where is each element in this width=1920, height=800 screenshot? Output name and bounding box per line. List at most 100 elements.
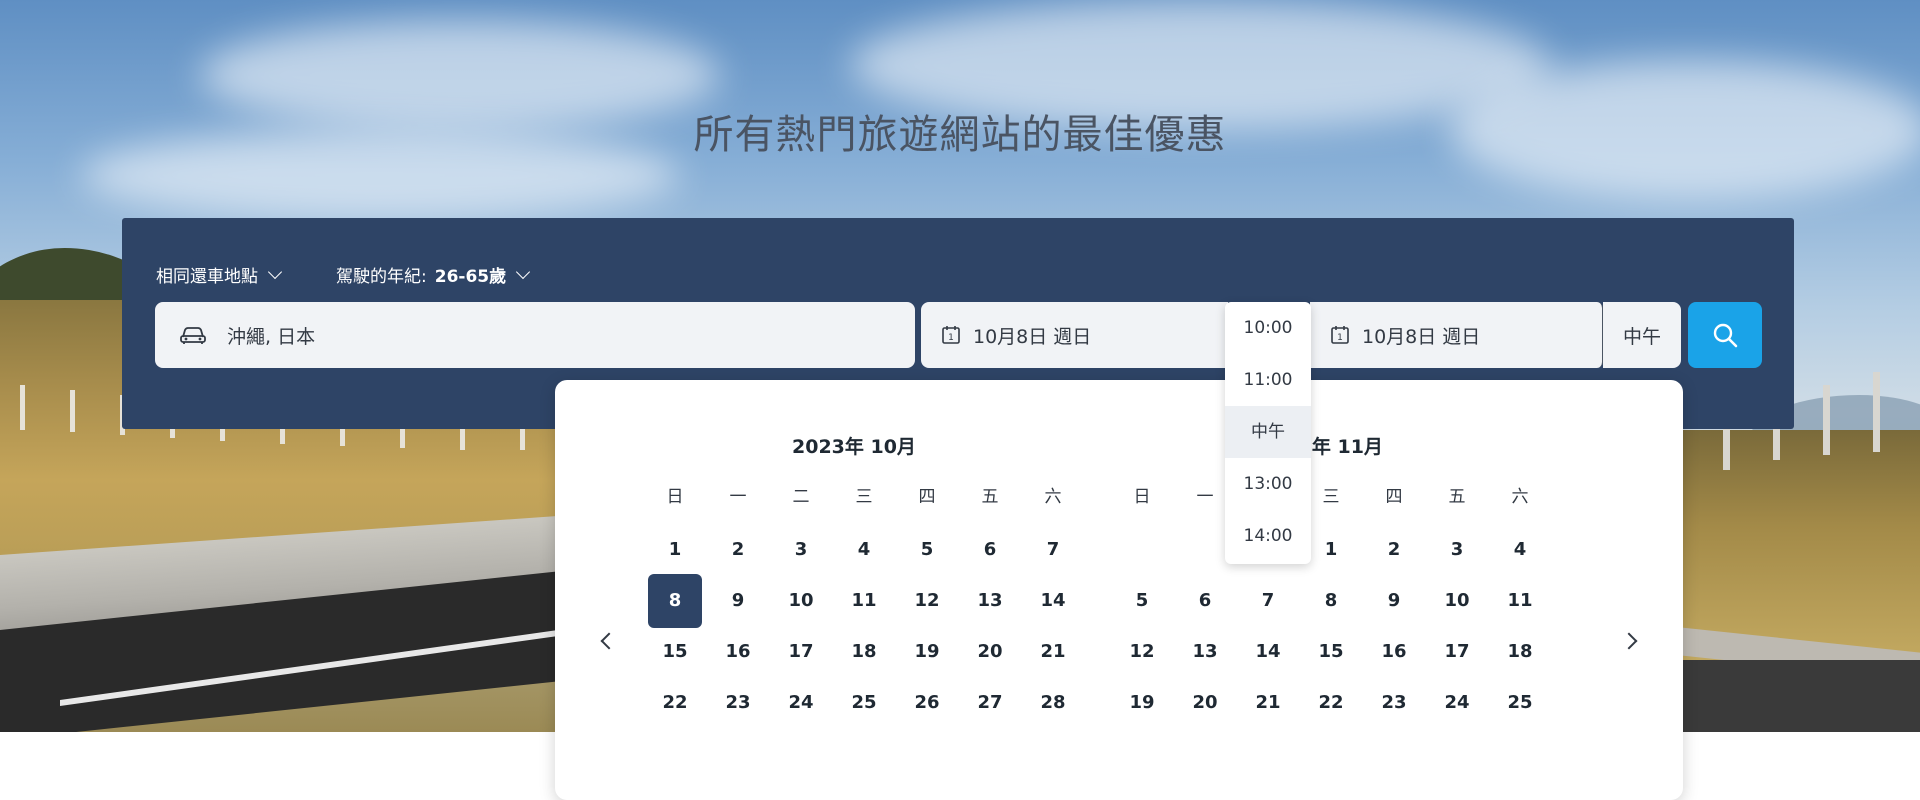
pickup-location-value: 沖繩, 日本 <box>227 325 316 348</box>
calendar-day[interactable]: 21 <box>1241 676 1295 730</box>
driver-age-dropdown[interactable]: 駕駛的年紀: 26-65歲 <box>336 262 531 287</box>
calendar-day[interactable]: 11 <box>837 574 891 628</box>
calendar-day[interactable]: 27 <box>963 676 1017 730</box>
calendar-day[interactable]: 6 <box>1178 574 1232 628</box>
time-option[interactable]: 中午 <box>1225 406 1311 458</box>
calendar-day[interactable]: 12 <box>1115 625 1169 679</box>
calendar-day[interactable]: 18 <box>837 625 891 679</box>
calendar-day[interactable]: 3 <box>1430 523 1484 577</box>
calendar-day[interactable]: 23 <box>1367 676 1421 730</box>
calendar-day[interactable]: 26 <box>900 676 954 730</box>
car-icon <box>180 327 206 344</box>
calendar-day[interactable]: 12 <box>900 574 954 628</box>
driver-age-label: 駕駛的年紀: <box>336 267 427 287</box>
calendar-day[interactable]: 20 <box>963 625 1017 679</box>
pickup-date-value: 10月8日 週日 <box>973 325 1092 348</box>
calendar-day[interactable]: 9 <box>1367 574 1421 628</box>
calendar-day[interactable]: 11 <box>1493 574 1547 628</box>
weekday-label: 五 <box>981 487 999 507</box>
calendar-day[interactable]: 19 <box>900 625 954 679</box>
calendar-day[interactable]: 1 <box>1304 523 1358 577</box>
calendar-day[interactable]: 22 <box>648 676 702 730</box>
search-icon <box>1713 323 1738 348</box>
page-title: 所有熱門旅遊網站的最佳優惠 <box>693 112 1227 158</box>
calendar-day[interactable]: 10 <box>1430 574 1484 628</box>
weekday-label: 一 <box>1196 487 1214 507</box>
calendar-day[interactable]: 24 <box>774 676 828 730</box>
date-picker: 2023年 10月日一二三四五六 1 2 3 4 5 6 7 8 9 10 11 12 13 14 15 16 1… <box>555 380 1683 800</box>
calendar-day[interactable]: 14 <box>1241 625 1295 679</box>
calendar-day[interactable]: 10 <box>774 574 828 628</box>
calendar-day[interactable]: 25 <box>1493 676 1547 730</box>
calendar-day[interactable]: 16 <box>1367 625 1421 679</box>
next-month-button[interactable] <box>1614 626 1644 656</box>
calendar-day[interactable]: 14 <box>1026 574 1080 628</box>
pickup-location-field[interactable]: 沖繩, 日本 <box>155 302 915 368</box>
weekday-label: 二 <box>792 487 810 507</box>
chevron-down-icon <box>267 264 283 279</box>
calendar-day[interactable]: 13 <box>1178 625 1232 679</box>
calendar-day[interactable]: 15 <box>648 625 702 679</box>
weekday-label: 一 <box>729 487 747 507</box>
weekday-label: 日 <box>1133 487 1151 507</box>
calendar-day[interactable]: 4 <box>1493 523 1547 577</box>
time-option[interactable]: 13:00 <box>1225 458 1311 510</box>
calendar-day[interactable]: 3 <box>774 523 828 577</box>
calendar-day[interactable]: 9 <box>711 574 765 628</box>
calendar-day[interactable]: 8 <box>1304 574 1358 628</box>
calendar-icon: 1 <box>942 326 960 344</box>
calendar-day[interactable]: 16 <box>711 625 765 679</box>
chevron-down-icon <box>516 264 531 279</box>
time-option[interactable]: 11:00 <box>1225 354 1311 406</box>
calendar-day[interactable]: 1 <box>648 523 702 577</box>
search-button[interactable] <box>1688 302 1762 368</box>
weekday-label: 六 <box>1511 487 1529 507</box>
selected-day[interactable]: 8 <box>648 574 702 628</box>
weekday-label: 三 <box>1322 487 1340 507</box>
calendar-day[interactable]: 13 <box>963 574 1017 628</box>
weekday-label: 四 <box>1385 487 1403 507</box>
dropoff-time-field[interactable]: 中午 <box>1603 302 1681 368</box>
calendar-day[interactable]: 4 <box>837 523 891 577</box>
calendar-day[interactable]: 2 <box>1367 523 1421 577</box>
chevron-right-icon <box>1620 632 1638 650</box>
weekday-label: 四 <box>918 487 936 507</box>
calendar-day[interactable]: 15 <box>1304 625 1358 679</box>
weekday-label: 三 <box>855 487 873 507</box>
weekday-label: 五 <box>1448 487 1466 507</box>
return-location-label: 相同還車地點 <box>156 267 258 287</box>
time-dropdown: 10:00 11:00 中午 13:00 14:00 <box>1225 302 1311 564</box>
calendar-day[interactable]: 23 <box>711 676 765 730</box>
prev-month-button[interactable] <box>594 626 624 656</box>
calendar-day[interactable]: 24 <box>1430 676 1484 730</box>
calendar-icon: 1 <box>1331 326 1349 344</box>
calendar-icon-number: 1 <box>948 333 954 343</box>
calendar-icon-number: 1 <box>1337 333 1343 343</box>
calendar-day[interactable]: 22 <box>1304 676 1358 730</box>
calendar-day[interactable]: 6 <box>963 523 1017 577</box>
calendar-day[interactable]: 28 <box>1026 676 1080 730</box>
calendar-day[interactable]: 5 <box>1115 574 1169 628</box>
driver-age-value: 26-65歲 <box>434 267 507 287</box>
pickup-date-field[interactable]: 1 10月8日 週日 <box>921 302 1228 368</box>
calendar-day[interactable]: 21 <box>1026 625 1080 679</box>
weekday-label: 日 <box>666 487 684 507</box>
calendar-day[interactable]: 19 <box>1115 676 1169 730</box>
calendar-day[interactable]: 25 <box>837 676 891 730</box>
calendar-day[interactable]: 17 <box>774 625 828 679</box>
chevron-left-icon <box>600 632 618 650</box>
calendar-day[interactable]: 2 <box>711 523 765 577</box>
calendar-day[interactable]: 7 <box>1241 574 1295 628</box>
calendar-day[interactable]: 7 <box>1026 523 1080 577</box>
return-location-dropdown[interactable]: 相同還車地點 <box>156 262 283 287</box>
calendar-day[interactable]: 20 <box>1178 676 1232 730</box>
dropoff-date-field[interactable]: 1 10月8日 週日 <box>1310 302 1603 368</box>
weekday-label: 六 <box>1044 487 1062 507</box>
calendar-day[interactable]: 17 <box>1430 625 1484 679</box>
calendar-day[interactable]: 18 <box>1493 625 1547 679</box>
time-option[interactable]: 14:00 <box>1225 510 1311 562</box>
time-option[interactable]: 10:00 <box>1225 302 1311 354</box>
dropoff-time-value: 中午 <box>1622 325 1661 348</box>
month-title: 2023年 10月 <box>792 436 916 458</box>
calendar-day[interactable]: 5 <box>900 523 954 577</box>
